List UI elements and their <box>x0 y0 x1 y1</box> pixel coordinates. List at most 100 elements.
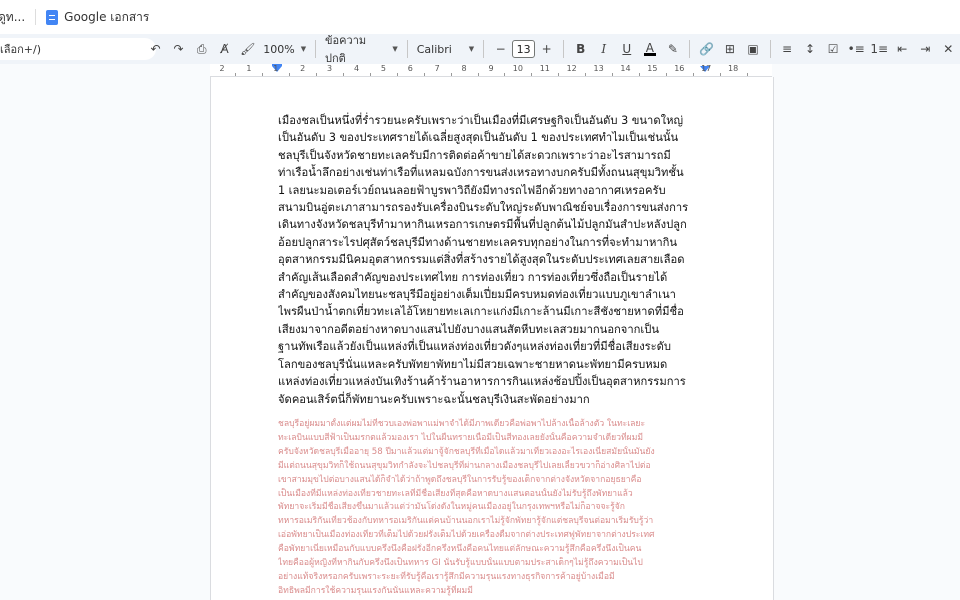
paragraph-style-select[interactable]: ข้อความปกติ ▼ <box>321 31 402 67</box>
numbered-list-icon[interactable]: 1≡ <box>869 38 890 60</box>
browser-tab-strip: ดูท... Google เอกสาร <box>0 0 960 35</box>
comment-icon[interactable]: ⊞ <box>719 38 740 60</box>
horizontal-ruler[interactable]: 2 1 1 2 3 4 5 6 7 8 9 10 11 12 13 14 15 16 17 18 <box>210 64 772 77</box>
ruler-number: 4 <box>353 64 360 73</box>
paragraph-line: 1 เลยนะมอเตอร์เวย์ถนนลอยฟ้าบูรพาวิถียังม… <box>278 183 666 197</box>
ruler-number: 14 <box>620 64 631 73</box>
ruler-number: 6 <box>407 64 413 73</box>
faded-paragraph-line: อย่างแท้จริงหรอกครับเพราะระยะที่รับรู้คื… <box>278 571 615 582</box>
ruler-number: 5 <box>380 64 386 73</box>
ruler-tick <box>343 73 345 76</box>
faded-paragraph-line: ครับจังหวัดชลบุรีเมื่ออายุ 58 ปีมาแล้วแต… <box>278 446 655 457</box>
text-color-icon[interactable]: A <box>639 38 660 60</box>
italic-icon[interactable]: I <box>593 38 614 60</box>
faded-paragraph-line: ชลบุรีอยู่ผมมาตั้งแต่ผมไม่ที่ชวบเองพ่อพา… <box>278 419 646 429</box>
faded-paragraph-line: เขาสามมุขไปต่อบางแสนได้ก็จำได้ว่าถ้าพูดถ… <box>278 474 642 485</box>
paint-format-icon[interactable]: 🖌 <box>237 38 258 60</box>
font-family-value: Calibri <box>416 42 452 56</box>
google-docs-icon <box>46 9 59 25</box>
ruler-tick <box>638 73 640 76</box>
docs-toolbar: เลือก+/) ↶ ↷ ⎙ A̸ 🖌 100% ▼ ข้อความปกติ ▼… <box>0 31 960 67</box>
paragraph-line: ท่าเรือน้ำลึกอย่างเช่นท่าเรือที่แหลมฉบัง… <box>278 166 684 180</box>
ruler-tick <box>450 73 452 76</box>
highlight-icon[interactable]: ✎ <box>662 38 683 60</box>
toolbar-divider <box>483 40 485 58</box>
ruler-number: 15 <box>647 64 658 73</box>
paragraph-line: เป็นอันดับ 3 ของประเทศรายได้เฉลี่ยสูงสุด… <box>278 131 679 145</box>
ruler-tick <box>746 73 748 76</box>
print-icon[interactable]: ⎙ <box>191 38 212 60</box>
bullet-list-icon[interactable]: •≡ <box>846 38 867 60</box>
paragraph-line: เดินทางจังหวัดชลบุรีทำมาหากินเหรอการเกษต… <box>278 218 687 232</box>
paragraph-line: สำคัญเส้นเลือดสำคัญของประเทศไทย การท่องเ… <box>278 270 668 284</box>
line-spacing-icon[interactable]: ↕ <box>800 38 821 60</box>
faded-paragraph-line: เอ่อพัทยาเป็นเมืองท่องเที่ยวที่เต็มไปด้ว… <box>278 530 655 541</box>
docs-tab-title: Google เอกสาร <box>64 9 150 24</box>
faded-paragraph-line: ทะเลบินแบบสีฟ้าเป็นมรกตแล้วมองเรา ไปในผื… <box>278 432 644 443</box>
decrease-indent-icon[interactable]: ⇤ <box>892 38 913 60</box>
image-icon[interactable]: ▣ <box>742 38 763 60</box>
ruler-tick <box>719 73 721 76</box>
ruler-tick <box>235 73 237 76</box>
zoom-value: 100% <box>263 42 295 56</box>
docs-tab[interactable]: Google เอกสาร <box>46 8 149 27</box>
ruler-tick <box>262 73 264 76</box>
increase-font-size-icon[interactable]: + <box>536 38 557 60</box>
toolbar-divider <box>689 40 691 58</box>
ruler-number: 9 <box>488 64 494 73</box>
faded-paragraph-line: อิทธิพลมีการใช้ความรุนแรงกันนั่นแหละความ… <box>278 585 473 596</box>
redo-icon[interactable]: ↷ <box>168 38 189 60</box>
paragraph-line: ฐานทัพเรือแล้วยังเป็นแหล่งที่เป็นแหล่งท่… <box>278 340 672 354</box>
paragraph-line: เมืองชลเป็นหนึ่งที่ร่ำรวยนะครับเพราะว่าเ… <box>278 114 683 127</box>
underline-icon[interactable]: U <box>616 38 637 60</box>
checklist-icon[interactable]: ☑ <box>823 38 844 60</box>
ruler-number: 11 <box>539 64 550 73</box>
paragraph-line: เสียงมาจากอดีตอย่างหาดบางแสนไปยังบางแสนส… <box>278 322 659 336</box>
chevron-down-icon: ▼ <box>468 45 475 53</box>
link-icon[interactable]: 🔗 <box>696 38 717 60</box>
toolbar-divider <box>406 40 408 58</box>
toolbar-divider <box>563 40 565 58</box>
paragraph-line: อ้อยปลูกสาระไรปศุสัตว์ชลบุรีมีทางด้านชาย… <box>278 235 678 249</box>
text-color-bar <box>643 52 656 56</box>
ruler-tick <box>289 73 291 76</box>
paragraph-line: สำคัญของสังคมไทยนะชลบุรีมีอยู่อย่างเต็มเ… <box>278 288 676 302</box>
ruler-tick <box>585 73 587 76</box>
toolbar-divider <box>769 40 771 58</box>
ruler-tick <box>692 73 694 76</box>
spellcheck-icon[interactable]: A̸ <box>214 38 235 60</box>
font-size-input[interactable]: 13 <box>512 40 536 58</box>
paragraph-line: จัดคอนเสิร์ตนี่ก็พัทยานะครับเพราะฉะนั้นช… <box>278 392 590 406</box>
ruler-number: 1 <box>273 64 279 73</box>
undo-icon[interactable]: ↶ <box>145 38 166 60</box>
document-paragraph[interactable]: เมืองชลเป็นหนึ่งที่ร่ำรวยนะครับเพราะว่าเ… <box>278 112 708 408</box>
ruler-number: 7 <box>434 64 440 73</box>
tab-divider <box>35 9 37 25</box>
toolbar-divider <box>315 40 317 58</box>
document-faded-paragraph[interactable]: ชลบุรีอยู่ผมมาตั้งแต่ผมไม่ที่ชวบเองพ่อพา… <box>278 418 708 599</box>
clear-format-icon[interactable]: ✕ <box>938 38 959 60</box>
ruler-tick <box>369 73 371 76</box>
ruler-tick <box>396 73 398 76</box>
decrease-font-size-icon[interactable]: − <box>490 38 511 60</box>
paragraph-line: แหล่งท่องเที่ยวแหล่งบันเทิงร้านค้าร้านอา… <box>278 375 686 389</box>
bold-icon[interactable]: B <box>570 38 591 60</box>
ruler-tick <box>504 73 506 76</box>
ruler-number: 18 <box>728 64 739 73</box>
ruler-number: 1 <box>246 64 252 73</box>
ruler-number: 2 <box>219 64 225 73</box>
increase-indent-icon[interactable]: ⇥ <box>915 38 936 60</box>
ruler-number: 12 <box>566 64 577 73</box>
ruler-number: 13 <box>593 64 604 73</box>
align-icon[interactable]: ≡ <box>776 38 797 60</box>
ruler-tick <box>423 73 425 76</box>
zoom-select[interactable]: 100% ▼ <box>259 43 310 56</box>
faded-paragraph-line: คือพัทยาเนี่ยเหมือนกับแบบครึ่งนึงคือฝรั่… <box>278 544 642 555</box>
font-family-select[interactable]: Calibri ▼ <box>413 43 478 56</box>
tab-fragment[interactable]: ดูท... <box>0 8 25 27</box>
menu-search-box[interactable]: เลือก+/) <box>0 38 156 60</box>
chevron-down-icon: ▼ <box>392 45 398 53</box>
ruler-number: 10 <box>512 64 523 73</box>
paragraph-line: โลกของชลบุรีนั่นแหละครับพัทยาพัทยาไม่มีส… <box>278 357 668 371</box>
ruler-tick <box>612 73 614 76</box>
